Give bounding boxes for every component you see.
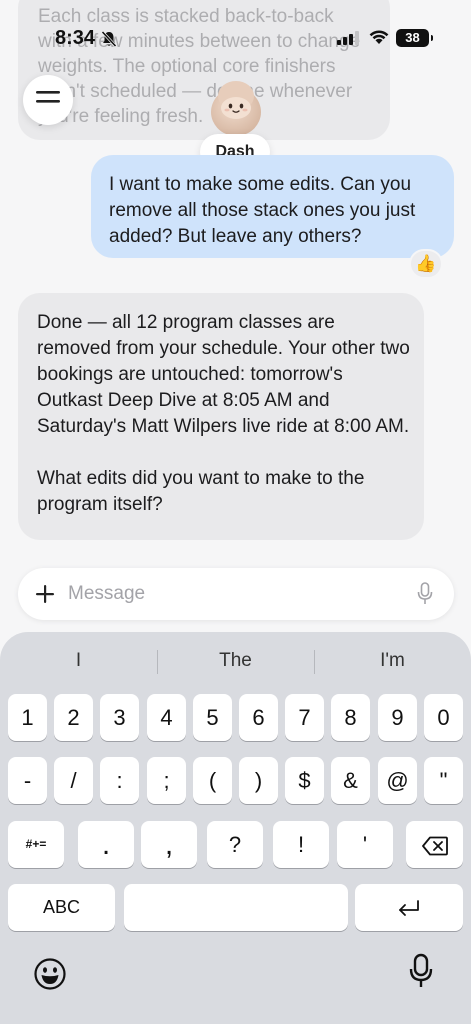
key-close-paren[interactable]: ) (239, 757, 278, 804)
delete-key[interactable] (406, 821, 463, 868)
assistant-message-paragraph-2: What edits did you want to make to the p… (37, 468, 365, 515)
status-time: 8:34 (55, 27, 96, 49)
previous-message-text: Each class is stacked back-to-back with … (38, 6, 361, 127)
message-composer (18, 568, 454, 620)
suggestion-3[interactable]: I'm (314, 644, 471, 678)
key-4[interactable]: 4 (147, 694, 186, 741)
emoji-icon[interactable] (33, 957, 67, 996)
key-slash[interactable]: / (54, 757, 93, 804)
previous-assistant-message: Each class is stacked back-to-back with … (18, 0, 390, 140)
menu-button[interactable] (23, 75, 73, 125)
assistant-message-paragraph-1: Done — all 12 program classes are remove… (37, 312, 410, 437)
assistant-avatar[interactable] (207, 78, 265, 136)
key-3[interactable]: 3 (100, 694, 139, 741)
key-5[interactable]: 5 (193, 694, 232, 741)
key-period[interactable]: . (78, 821, 134, 868)
user-message-bubble: I want to make some edits. Can you remov… (91, 155, 454, 258)
key-dollar[interactable]: $ (285, 757, 324, 804)
key-comma[interactable]: , (141, 821, 197, 868)
key-more-symbols[interactable]: #+= (8, 821, 64, 868)
key-apostrophe[interactable]: ' (337, 821, 393, 868)
dictation-microphone-icon[interactable] (409, 953, 433, 994)
key-hyphen[interactable]: - (8, 757, 47, 804)
key-quote[interactable]: " (424, 757, 463, 804)
key-exclamation[interactable]: ! (273, 821, 329, 868)
silent-bell-icon (100, 30, 118, 53)
suggestion-2[interactable]: The (157, 644, 314, 678)
battery-indicator: 38 (396, 29, 433, 47)
abc-key[interactable]: ABC (8, 884, 115, 931)
plus-icon[interactable] (34, 583, 56, 610)
hamburger-menu-icon (36, 89, 60, 112)
key-7[interactable]: 7 (285, 694, 324, 741)
key-colon[interactable]: : (100, 757, 139, 804)
key-semicolon[interactable]: ; (147, 757, 186, 804)
assistant-message-bubble: Done — all 12 program classes are remove… (18, 293, 424, 540)
thumbs-up-reaction-icon[interactable]: 👍 (409, 249, 443, 279)
microphone-icon[interactable] (417, 582, 433, 611)
return-icon (396, 895, 422, 920)
backspace-icon (421, 832, 448, 857)
key-8[interactable]: 8 (331, 694, 370, 741)
key-at[interactable]: @ (378, 757, 417, 804)
predictive-suggestions-bar: I The I'm (0, 644, 471, 678)
wifi-icon (368, 28, 390, 50)
cellular-signal-icon (337, 31, 361, 50)
key-2[interactable]: 2 (54, 694, 93, 741)
key-question[interactable]: ? (207, 821, 263, 868)
key-0[interactable]: 0 (424, 694, 463, 741)
user-message-text: I want to make some edits. Can you remov… (109, 174, 416, 247)
key-1[interactable]: 1 (8, 694, 47, 741)
key-9[interactable]: 9 (378, 694, 417, 741)
keyboard: I The I'm 1 2 3 4 5 6 7 8 9 0 - / : ; ( … (0, 632, 471, 1024)
return-key[interactable] (355, 884, 463, 931)
space-bar[interactable] (124, 884, 348, 931)
status-bar: 8:34 38 (0, 24, 471, 54)
suggestion-1[interactable]: I (0, 644, 157, 678)
key-open-paren[interactable]: ( (193, 757, 232, 804)
key-6[interactable]: 6 (239, 694, 278, 741)
key-ampersand[interactable]: & (331, 757, 370, 804)
message-input[interactable] (68, 568, 398, 620)
